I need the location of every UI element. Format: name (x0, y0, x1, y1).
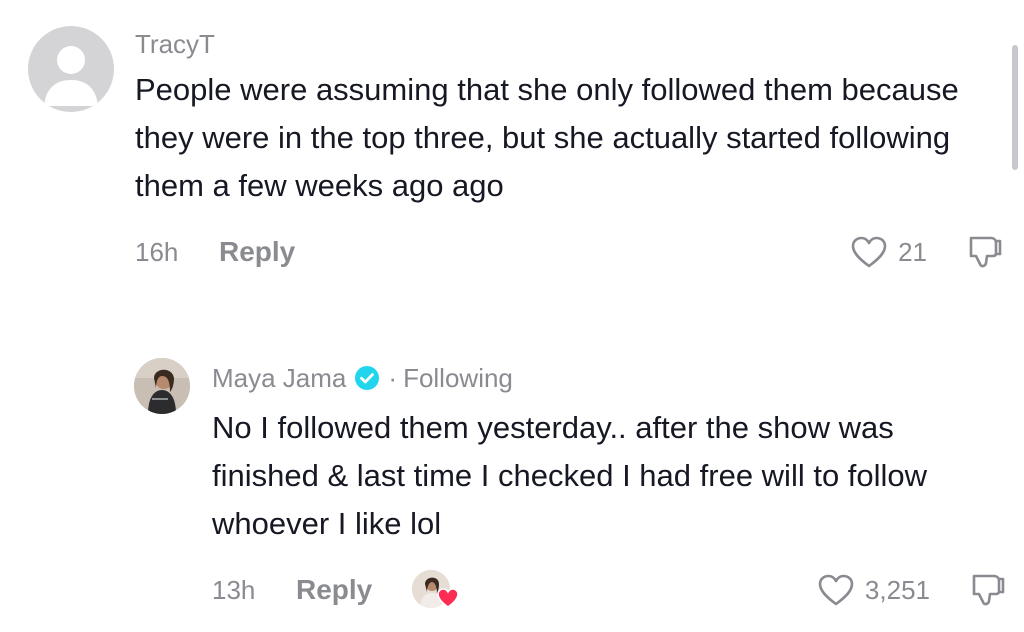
comment-body: TracyT People were assuming that she onl… (135, 26, 1005, 272)
comment-time: 16h (135, 236, 179, 267)
default-avatar-icon[interactable] (28, 26, 114, 112)
comment-meta: 13h Reply 3,251 (212, 570, 1008, 610)
creator-avatar[interactable] (134, 358, 190, 414)
separator-dot: · (388, 363, 398, 393)
comment-body: Maya Jama · Following No I followed them… (212, 358, 1008, 610)
dislike-icon[interactable] (968, 570, 1008, 610)
comment-time: 13h (212, 574, 256, 605)
scrollbar[interactable] (1012, 45, 1018, 170)
comment-username[interactable]: TracyT (135, 26, 1005, 62)
heart-outline-icon (818, 574, 854, 606)
comment-meta: 16h Reply 21 (135, 232, 1005, 272)
comment-username[interactable]: Maya Jama (212, 358, 346, 398)
dislike-icon[interactable] (965, 232, 1005, 272)
like-button[interactable]: 3,251 (817, 573, 930, 607)
following-label[interactable]: Following (403, 358, 513, 398)
comment-header: Maya Jama · Following (212, 358, 1008, 398)
comment-actions: 21 (850, 232, 1005, 272)
like-button[interactable]: 21 (850, 235, 927, 269)
reply-button[interactable]: Reply (296, 574, 372, 606)
comment-actions: 3,251 (817, 570, 1008, 610)
comment-text: People were assuming that she only follo… (135, 72, 959, 203)
comment-text: No I followed them yesterday.. after the… (212, 410, 928, 541)
like-count: 21 (898, 236, 927, 267)
creator-heart-icon (436, 587, 460, 614)
heart-outline-icon (851, 236, 887, 268)
verified-badge-icon (354, 365, 380, 391)
liked-by-creator (412, 570, 460, 610)
reply-button[interactable]: Reply (219, 236, 295, 268)
like-count: 3,251 (864, 574, 930, 605)
